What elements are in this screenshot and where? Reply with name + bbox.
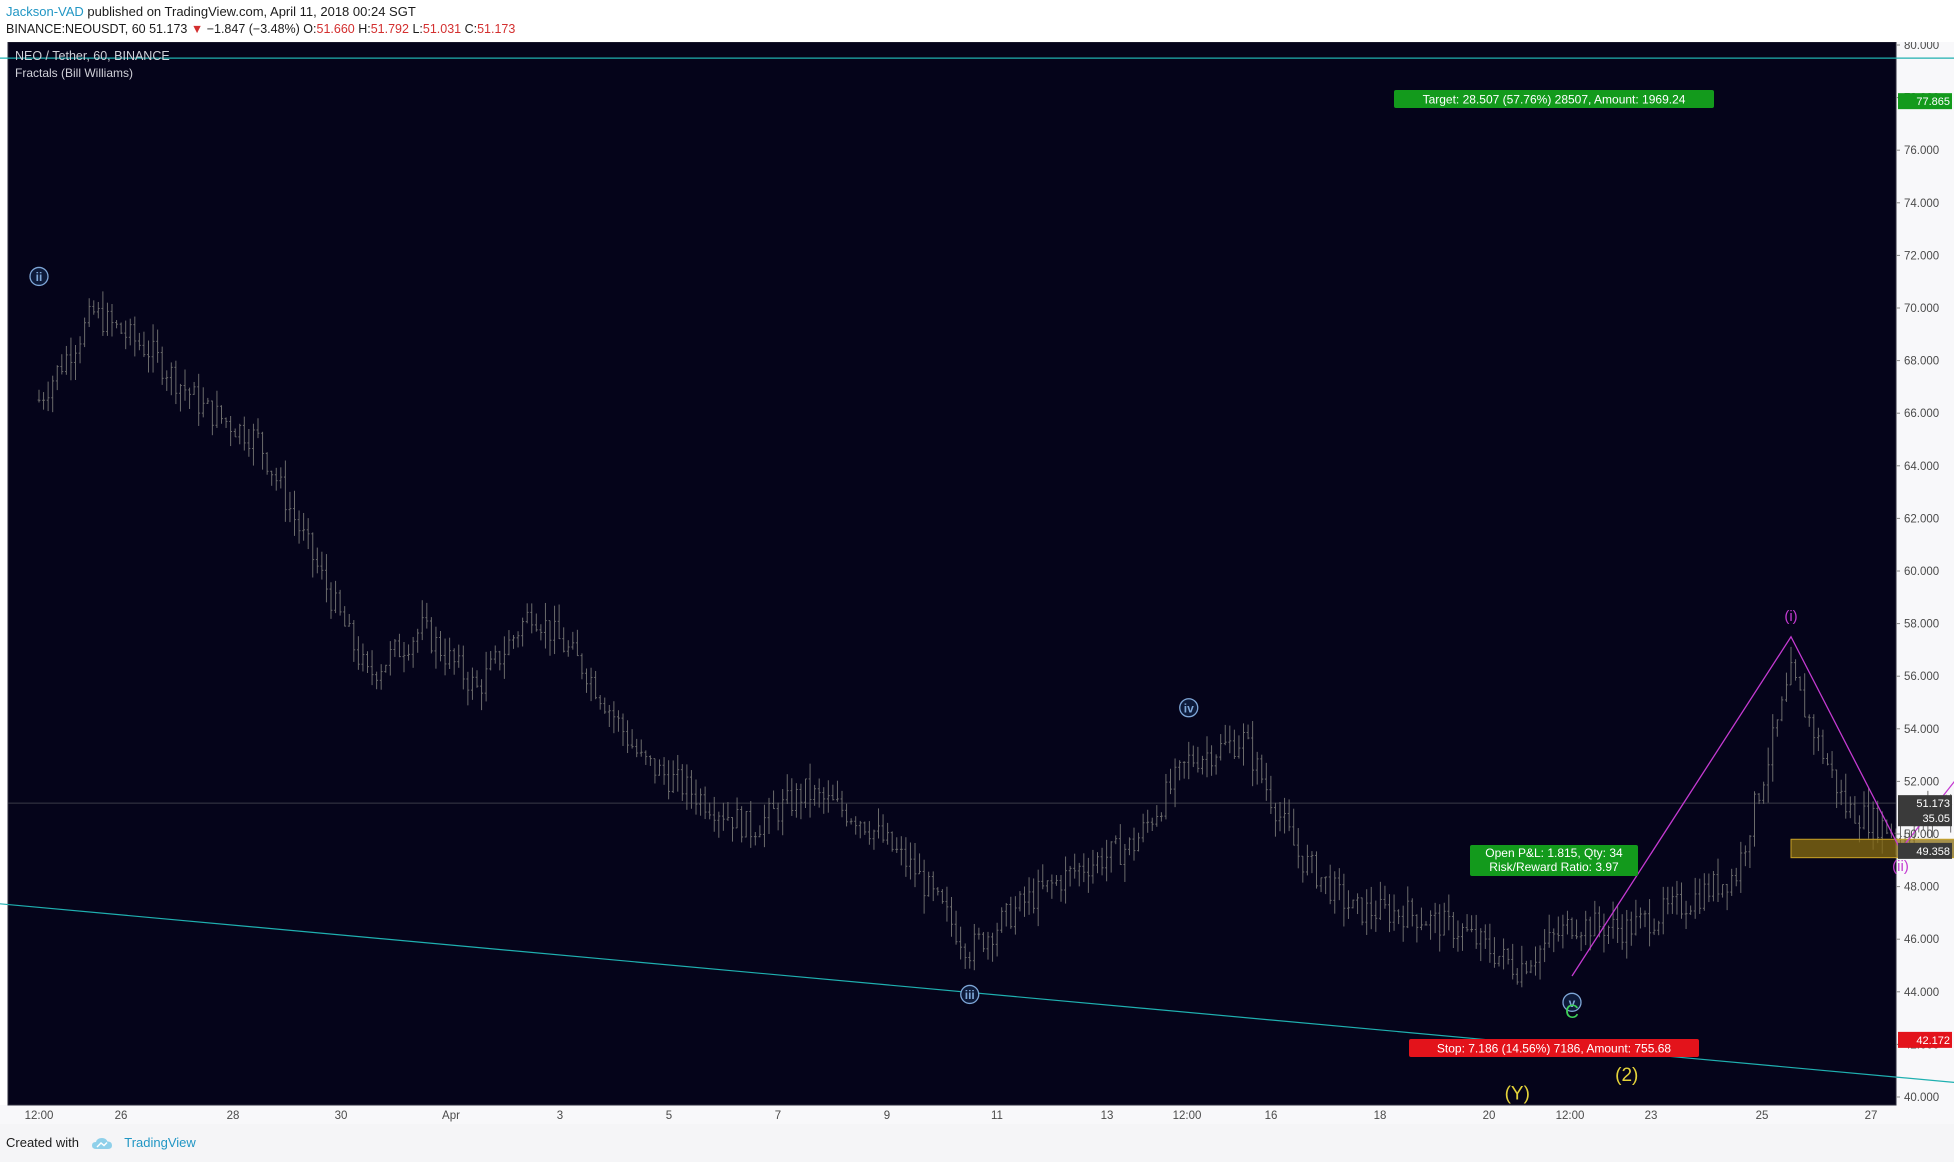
x-tick-label: 5 xyxy=(666,1110,672,1122)
price-chart[interactable]: iiiiiivvC(Y)(2)(i)(ii)(iii)(iv)(v)Target… xyxy=(0,42,1954,1124)
y-tick-label: 44.000 xyxy=(1904,987,1939,999)
y-tick-label: 68.000 xyxy=(1904,356,1939,368)
y-tick-label: 50.000 xyxy=(1904,829,1939,841)
publish-header: Jackson-VAD published on TradingView.com… xyxy=(0,0,1954,42)
y-tick-label: 56.000 xyxy=(1904,671,1939,683)
published-text: published on TradingView.com, April 11, … xyxy=(87,4,416,19)
price-tag: 77.865 xyxy=(1916,96,1950,108)
y-tick-label: 40.000 xyxy=(1904,1092,1939,1104)
price-change: −1.847 (−3.48%) xyxy=(206,22,300,36)
open-value: 51.660 xyxy=(316,22,355,36)
wave-label: (ii) xyxy=(1892,858,1909,875)
x-tick-label: 28 xyxy=(227,1110,240,1122)
y-tick-label: 60.000 xyxy=(1904,566,1939,578)
y-tick-label: 70.000 xyxy=(1904,303,1939,315)
y-tick-label: 74.000 xyxy=(1904,198,1939,210)
x-tick-label: 9 xyxy=(884,1110,890,1122)
price-tag: 49.358 xyxy=(1916,846,1950,858)
x-tick-label: 18 xyxy=(1374,1110,1387,1122)
publish-info: Jackson-VAD published on TradingView.com… xyxy=(6,4,416,19)
x-tick-label: 13 xyxy=(1101,1110,1114,1122)
price-tag: 35.05 xyxy=(1922,813,1950,825)
stop-label: Stop: 7.186 (14.56%) 7186, Amount: 755.6… xyxy=(1437,1042,1671,1056)
wave-label: iii xyxy=(965,988,975,1002)
rr-label: Risk/Reward Ratio: 3.97 xyxy=(1489,860,1619,874)
footer-bar: Created with TradingView xyxy=(0,1124,1954,1162)
wave-label: (i) xyxy=(1784,608,1797,625)
y-tick-label: 62.000 xyxy=(1904,513,1939,525)
y-tick-label: 48.000 xyxy=(1904,882,1939,894)
x-tick-label: 12:00 xyxy=(25,1110,54,1122)
x-tick-label: 12:00 xyxy=(1173,1110,1202,1122)
tradingview-cloud-icon xyxy=(91,1137,112,1149)
y-tick-label: 76.000 xyxy=(1904,145,1939,157)
x-tick-label: 26 xyxy=(115,1110,128,1122)
legend-title: NEO / Tether, 60, BINANCE xyxy=(15,49,170,63)
plot-background xyxy=(8,42,1896,1105)
x-tick-label: 23 xyxy=(1645,1110,1658,1122)
last-price: 51.173 xyxy=(149,22,188,36)
close-value: 51.173 xyxy=(477,22,516,36)
target-label: Target: 28.507 (57.76%) 28507, Amount: 1… xyxy=(1423,93,1686,107)
close-label: C: xyxy=(464,22,478,36)
x-tick-label: 11 xyxy=(991,1110,1003,1122)
price-tag: 51.173 xyxy=(1916,798,1950,810)
y-tick-label: 64.000 xyxy=(1904,461,1939,473)
open-label: O: xyxy=(303,22,317,36)
footer-text: Created with TradingView xyxy=(6,1135,196,1151)
low-value: 51.031 xyxy=(422,22,462,36)
x-tick-label: 30 xyxy=(335,1110,348,1122)
wave-label: (Y) xyxy=(1505,1084,1530,1105)
high-label: H: xyxy=(358,22,371,36)
wave-label: ii xyxy=(36,270,43,284)
wave-label: iv xyxy=(1184,701,1194,715)
x-tick-label: 7 xyxy=(775,1110,781,1122)
y-tick-label: 66.000 xyxy=(1904,408,1939,420)
y-tick-label: 54.000 xyxy=(1904,724,1939,736)
y-tick-label: 46.000 xyxy=(1904,934,1939,946)
x-tick-label: 12:00 xyxy=(1556,1110,1585,1122)
y-tick-label: 80.000 xyxy=(1904,42,1939,52)
time-axis-background xyxy=(0,1105,1954,1124)
high-value: 51.792 xyxy=(370,22,409,36)
x-tick-label: 16 xyxy=(1265,1110,1278,1122)
x-tick-label: 20 xyxy=(1483,1110,1496,1122)
x-tick-label: 27 xyxy=(1865,1110,1878,1122)
created-with-label: Created with xyxy=(6,1135,79,1150)
wave-label: (2) xyxy=(1615,1065,1638,1086)
down-arrow-icon: ▼ xyxy=(190,22,204,36)
legend-indicator: Fractals (Bill Williams) xyxy=(15,66,133,80)
tradingview-brand-link[interactable]: TradingView xyxy=(124,1135,196,1150)
x-tick-label: 3 xyxy=(557,1110,563,1122)
symbol-line: BINANCE:NEOUSDT, 60 xyxy=(6,22,146,36)
price-tag: 42.172 xyxy=(1916,1035,1950,1047)
y-tick-label: 58.000 xyxy=(1904,619,1939,631)
x-tick-label: 25 xyxy=(1756,1110,1769,1122)
wave-label: C xyxy=(1565,1002,1579,1023)
y-tick-label: 52.000 xyxy=(1904,776,1939,788)
x-tick-label: Apr xyxy=(442,1110,460,1122)
low-label: L: xyxy=(412,22,423,36)
pnl-label: Open P&L: 1.815, Qty: 34 xyxy=(1485,846,1623,860)
y-tick-label: 72.000 xyxy=(1904,250,1939,262)
author-link[interactable]: Jackson-VAD xyxy=(6,4,84,19)
symbol-info: BINANCE:NEOUSDT, 60 51.173 ▼ −1.847 (−3.… xyxy=(6,22,515,36)
